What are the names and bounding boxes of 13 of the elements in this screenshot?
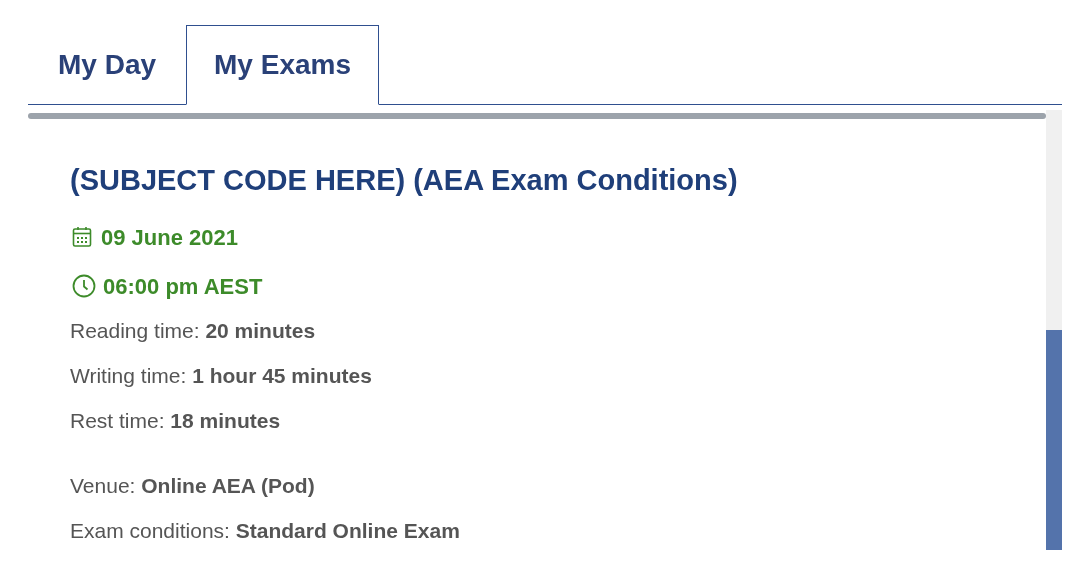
exam-date: 09 June 2021 <box>101 223 238 252</box>
clock-icon <box>72 274 96 298</box>
detail-line: Exam conditions: Standard Online Exam <box>70 517 461 544</box>
detail-line: Venue: Online AEA (Pod) <box>70 472 316 499</box>
scrollbar[interactable] <box>1046 110 1062 550</box>
exam-title: (SUBJECT CODE HERE) (AEA Exam Conditions) <box>70 163 739 198</box>
duration-line: Reading time: 20 minutes <box>70 317 317 344</box>
duration-line: Writing time: 1 hour 45 minutes <box>70 362 373 389</box>
duration-line: Rest time: 18 minutes <box>70 407 282 434</box>
tab[interactable]: My Day <box>28 25 187 104</box>
tab[interactable]: My Exams <box>186 25 379 105</box>
exam-time: 06:00 pm AEST <box>103 272 263 301</box>
calendar-icon <box>72 226 92 248</box>
